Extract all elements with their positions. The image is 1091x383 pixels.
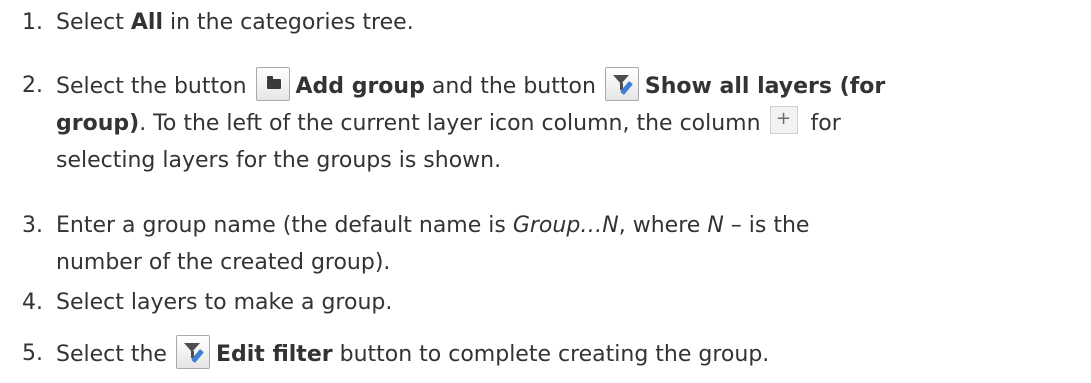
show-all-layers-label-cont: group)	[56, 111, 140, 136]
filter-edit-icon	[175, 335, 210, 369]
step-number: 2.	[22, 73, 43, 98]
step-2: 2. Select the button Add group and the b…	[22, 67, 1082, 179]
step-number: 3.	[22, 213, 43, 238]
step-4: 4. Select layers to make a group.	[22, 284, 1082, 321]
variable-n: N	[707, 213, 724, 238]
step-number: 5.	[22, 341, 43, 366]
step-3: 3. Enter a group name (the default name …	[22, 207, 1082, 281]
plus-icon: +	[769, 106, 798, 134]
step-text: Select All in the categories tree.	[56, 10, 414, 35]
step-5: 5. Select the Edit filter button to comp…	[22, 335, 1082, 373]
step-number: 4.	[22, 290, 43, 315]
add-group-label: Add group	[295, 74, 425, 99]
default-group-name: Group…N	[512, 213, 619, 238]
emphasis-all: All	[130, 10, 163, 35]
folder-icon	[255, 67, 290, 101]
step-text: Select the button Add group and the butt…	[22, 67, 1082, 179]
filter-edit-icon	[604, 67, 639, 101]
step-number: 1.	[22, 10, 43, 35]
edit-filter-label: Edit filter	[215, 342, 333, 367]
step-text: Select layers to make a group.	[56, 290, 393, 315]
show-all-layers-label: Show all layers (for	[644, 74, 886, 99]
step-text: Select the Edit filter button to complet…	[22, 335, 1082, 373]
step-text: Enter a group name (the default name is …	[56, 213, 810, 275]
step-1: 1. Select All in the categories tree.	[22, 4, 1082, 41]
